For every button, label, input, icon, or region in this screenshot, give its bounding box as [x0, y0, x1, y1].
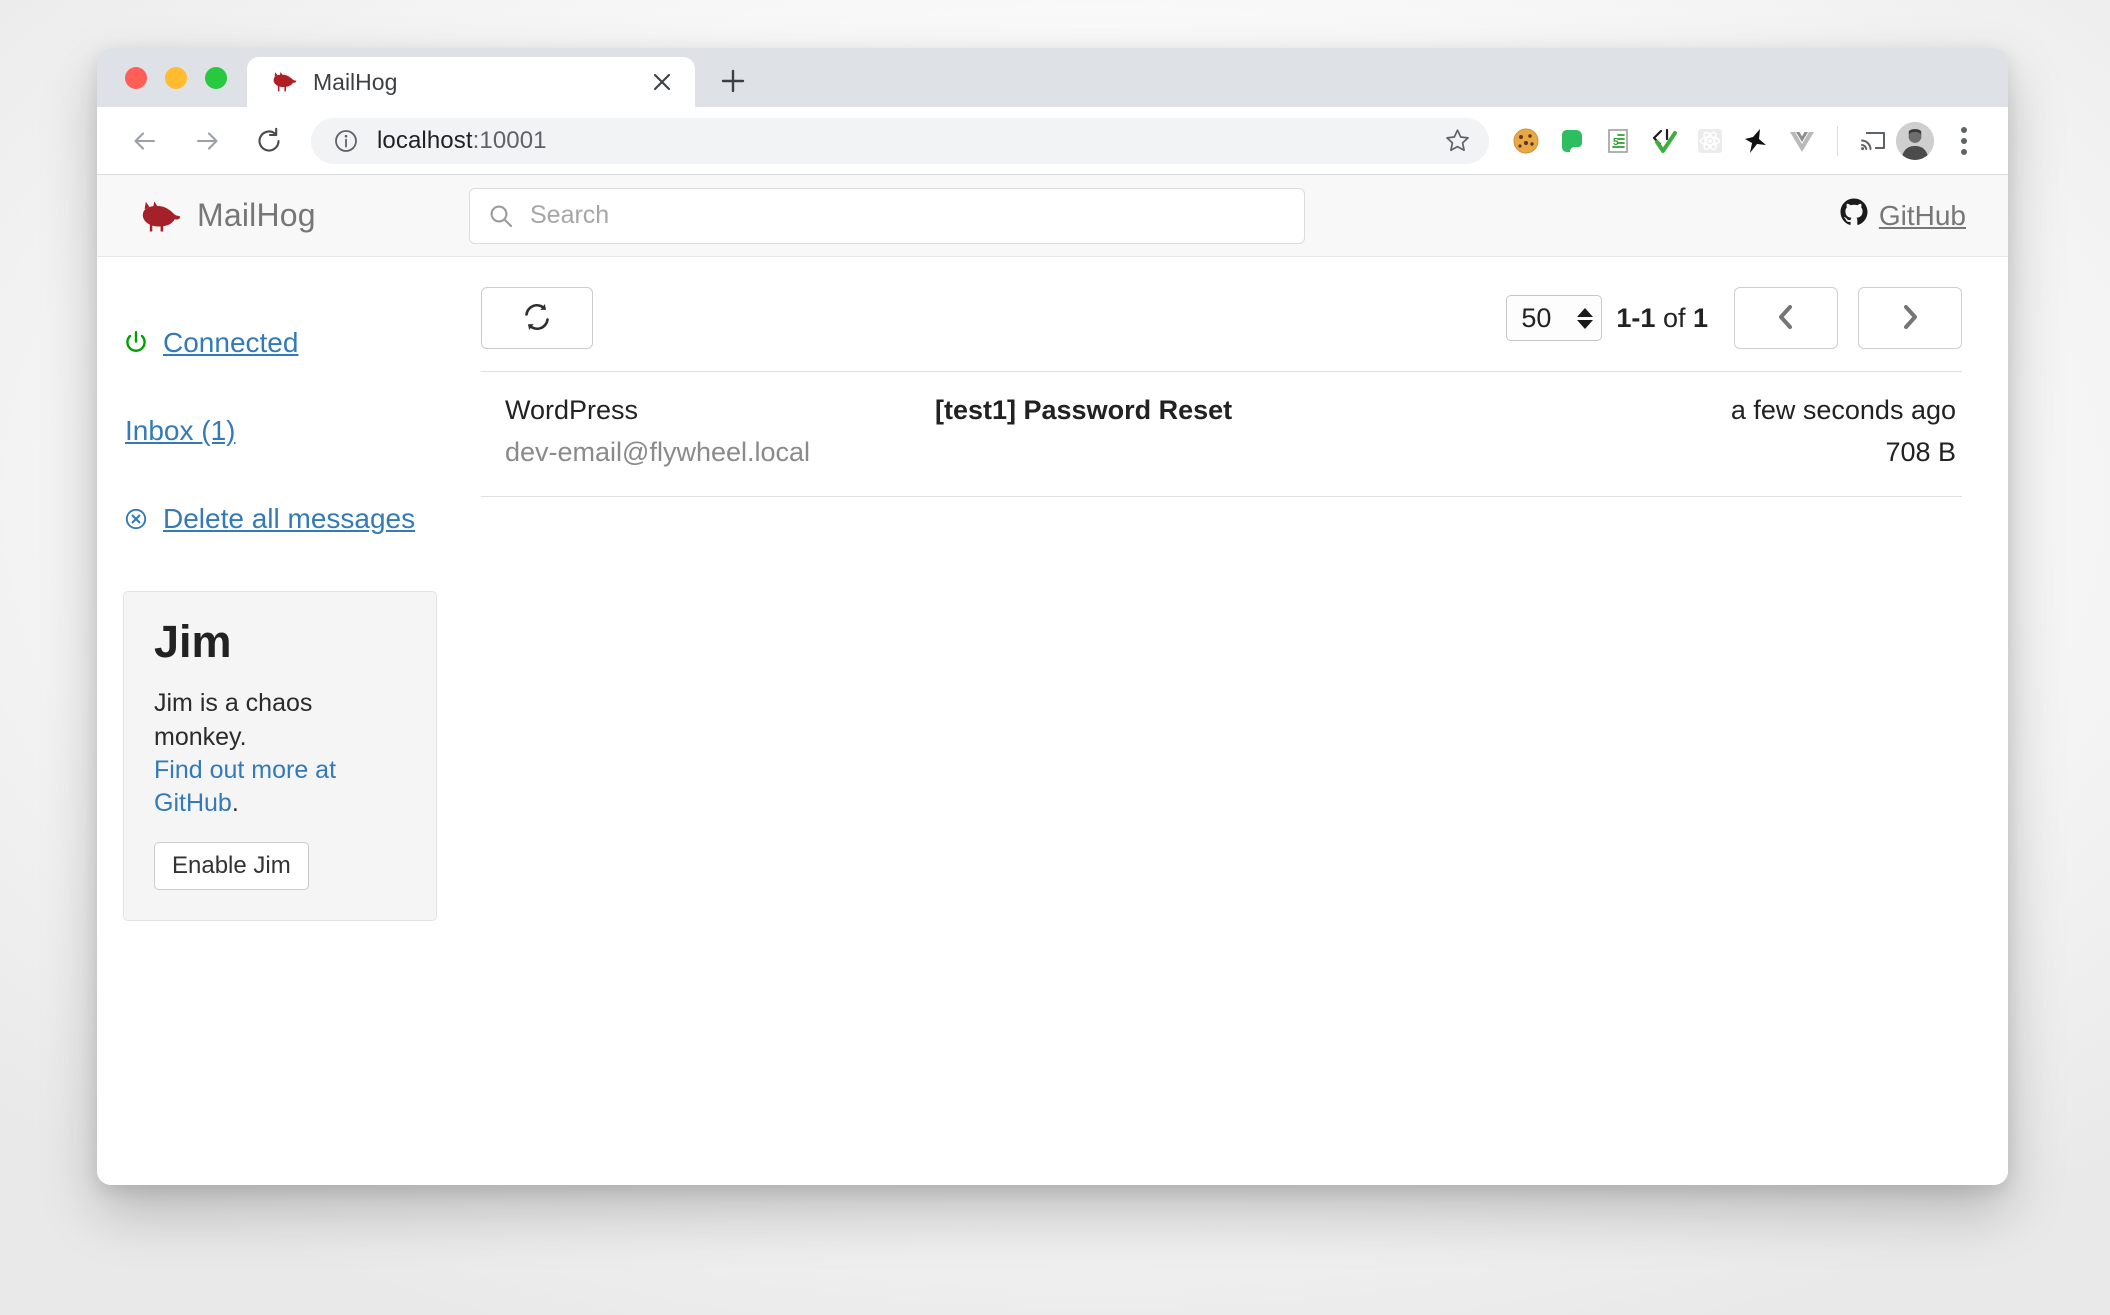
toolbar-divider: [1837, 125, 1838, 156]
browser-tab-title: MailHog: [313, 68, 398, 95]
web-page-content: MailHog Search GitHub Connected Inbox (1…: [97, 175, 2008, 1185]
stepper-arrows-icon[interactable]: [1577, 307, 1594, 329]
enable-jim-button[interactable]: Enable Jim: [154, 842, 309, 890]
kebab-menu-icon[interactable]: [1942, 118, 1986, 164]
pagination-controls: 50 1-1 of 1: [1506, 287, 1962, 349]
page-range-of: of: [1655, 302, 1693, 333]
browser-tab[interactable]: MailHog: [247, 57, 695, 107]
close-icon[interactable]: [647, 67, 677, 97]
github-label: GitHub: [1878, 199, 1966, 231]
extension-icons: 5: [1503, 118, 1986, 164]
star-icon[interactable]: [1435, 119, 1479, 163]
github-link[interactable]: GitHub: [1839, 197, 1966, 234]
maximize-window-button[interactable]: [205, 66, 227, 89]
info-circle-icon[interactable]: [333, 128, 359, 154]
desktop-backdrop: MailHog localhost:10001 5 MailHog Search…: [0, 0, 2110, 1315]
page-range-current: 1-1: [1616, 302, 1656, 333]
brand-name: MailHog: [197, 197, 316, 233]
jim-title: Jim: [154, 616, 232, 667]
evernote-extension-icon[interactable]: [1549, 118, 1595, 164]
sidebar-item-label: Connected: [163, 327, 299, 358]
code-check-extension-icon[interactable]: [1641, 118, 1687, 164]
page-size-stepper[interactable]: 50: [1506, 295, 1603, 341]
next-page-button[interactable]: [1858, 287, 1962, 349]
message-meta: a few seconds ago 708 B: [1656, 394, 1956, 470]
sidebar-item-inbox[interactable]: Inbox (1): [123, 415, 471, 447]
message-list-pane: 50 1-1 of 1 WordPress dev-email@flywheel…: [471, 257, 2008, 1185]
sidebar-item-delete-all[interactable]: Delete all messages: [123, 503, 471, 535]
reload-icon[interactable]: [245, 117, 293, 165]
power-icon: [123, 330, 149, 356]
browser-window: MailHog localhost:10001 5 MailHog Search…: [97, 48, 2008, 1185]
jim-description-text: Jim is a chaos monkey.: [154, 689, 313, 751]
jim-link-suffix: .: [231, 789, 239, 817]
address-bar[interactable]: localhost:10001: [311, 117, 1489, 164]
message-sender-name: WordPress: [505, 395, 639, 425]
mailhog-pig-logo: [139, 200, 181, 232]
cast-icon[interactable]: [1850, 118, 1896, 164]
window-traffic-lights: [97, 48, 247, 107]
message-sender: WordPress dev-email@flywheel.local: [505, 394, 935, 470]
pin-extension-icon[interactable]: [1733, 118, 1779, 164]
delete-circle-icon: [123, 506, 149, 532]
url-host: localhost: [377, 126, 473, 154]
list-toolbar: 50 1-1 of 1: [481, 287, 1962, 349]
message-subject: [test1] Password Reset: [935, 395, 1233, 425]
mailhog-body: Connected Inbox (1) Delete all messages: [97, 257, 2008, 1185]
page-range-total: 1: [1692, 302, 1708, 333]
table-row[interactable]: WordPress dev-email@flywheel.local [test…: [481, 372, 1962, 497]
url-port: :10001: [472, 126, 547, 154]
pig-favicon: [271, 71, 297, 93]
address-bar-url: localhost:10001: [377, 127, 1435, 155]
brand[interactable]: MailHog: [139, 197, 469, 234]
forward-arrow-icon[interactable]: [183, 117, 231, 165]
chevron-left-icon: [1773, 302, 1799, 335]
browser-tab-strip: MailHog: [97, 48, 2008, 107]
github-icon: [1839, 197, 1879, 234]
page-size-value: 50: [1521, 302, 1552, 333]
jim-github-link[interactable]: Find out more at GitHub: [154, 756, 336, 817]
sidebar-item-connected[interactable]: Connected: [123, 327, 471, 359]
previous-page-button[interactable]: [1734, 287, 1838, 349]
refresh-icon: [520, 300, 554, 337]
list-document-extension-icon[interactable]: 5: [1595, 118, 1641, 164]
sidebar-item-label: Inbox (1): [125, 415, 236, 446]
message-received-time: a few seconds ago: [1730, 395, 1956, 425]
jim-panel: Jim Jim is a chaos monkey. Find out more…: [123, 591, 437, 921]
minimize-window-button[interactable]: [165, 66, 187, 89]
back-arrow-icon[interactable]: [121, 117, 169, 165]
browser-toolbar: localhost:10001 5: [97, 107, 2008, 175]
react-devtools-extension-icon[interactable]: [1687, 118, 1733, 164]
refresh-button[interactable]: [481, 287, 593, 349]
search-box[interactable]: [469, 187, 1305, 244]
new-tab-button[interactable]: [709, 57, 757, 105]
jim-description: Jim is a chaos monkey. Find out more at …: [154, 687, 406, 820]
search-input[interactable]: [528, 187, 1286, 244]
message-size: 708 B: [1885, 436, 1956, 467]
cookie-extension-icon[interactable]: [1503, 118, 1549, 164]
vue-devtools-extension-icon[interactable]: [1779, 118, 1825, 164]
message-sender-address: dev-email@flywheel.local: [505, 436, 811, 467]
chevron-right-icon: [1897, 302, 1923, 335]
sidebar: Connected Inbox (1) Delete all messages: [97, 257, 471, 1185]
sidebar-item-label: Delete all messages: [163, 503, 416, 534]
mailhog-navbar: MailHog Search GitHub: [97, 175, 2008, 257]
message-list: WordPress dev-email@flywheel.local [test…: [481, 371, 1962, 497]
close-window-button[interactable]: [125, 66, 147, 89]
page-range-label: 1-1 of 1: [1616, 303, 1708, 334]
search-icon: [488, 203, 514, 229]
profile-avatar[interactable]: [1896, 121, 1934, 160]
